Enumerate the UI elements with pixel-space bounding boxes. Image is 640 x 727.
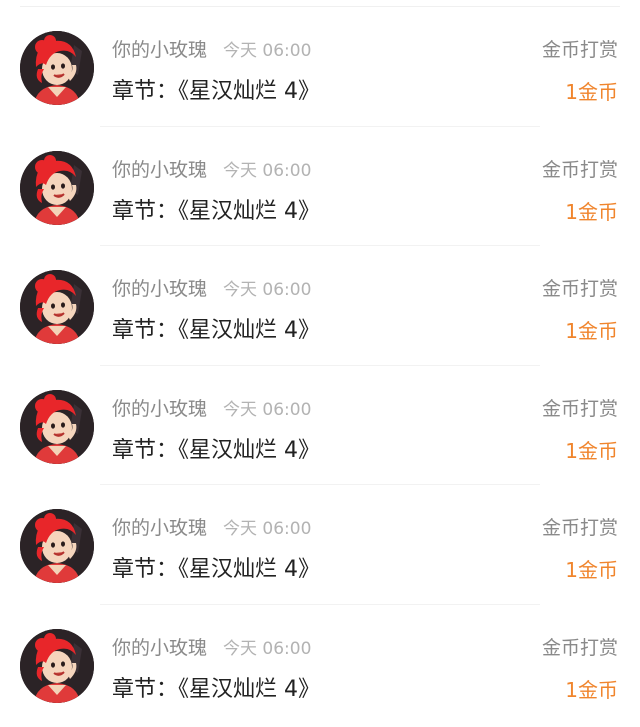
avatar[interactable] (20, 389, 94, 464)
avatar[interactable] (20, 628, 94, 703)
user-name[interactable]: 你的小玫瑰 (112, 637, 207, 659)
meta-line: 你的小玫瑰 今天 06:00 (112, 634, 311, 662)
reward-type-label: 金币打赏 (541, 158, 618, 181)
timestamp: 今天 06:00 (223, 160, 312, 181)
timestamp: 今天 06:00 (223, 519, 312, 539)
avatar[interactable] (20, 270, 94, 344)
cartoon-girl-avatar-icon (20, 509, 94, 583)
chapter-prefix: 章节： (112, 557, 179, 582)
chapter-line: 章节：《星汉灿烂 4》 (112, 670, 320, 710)
cartoon-girl-avatar-icon (20, 628, 94, 703)
avatar[interactable] (20, 150, 94, 225)
reward-type-label: 金币打赏 (541, 278, 618, 300)
reward-amount: 1金币 (565, 438, 618, 463)
chapter-title[interactable]: 《星汉灿烂 4》 (178, 318, 320, 343)
user-name[interactable]: 你的小玫瑰 (112, 398, 207, 420)
meta-line: 你的小玫瑰 今天 06:00 (112, 36, 311, 64)
reward-amount: 1金币 (565, 80, 618, 104)
meta-line: 你的小玫瑰 今天 06:00 (112, 156, 311, 184)
avatar[interactable] (20, 509, 94, 583)
reward-type-label: 金币打赏 (541, 397, 618, 420)
meta-line: 你的小玫瑰 今天 06:00 (112, 275, 311, 303)
chapter-prefix: 章节： (112, 318, 179, 343)
user-name[interactable]: 你的小玫瑰 (112, 278, 207, 300)
list-item[interactable]: 你的小玫瑰 今天 06:00 章节：《星汉灿烂 4》 金币打赏 1金币 (0, 246, 640, 366)
chapter-line: 章节：《星汉灿烂 4》 (112, 311, 320, 351)
meta-line: 你的小玫瑰 今天 06:00 (112, 514, 311, 542)
chapter-prefix: 章节： (112, 676, 179, 702)
chapter-line: 章节：《星汉灿烂 4》 (112, 431, 320, 471)
user-name[interactable]: 你的小玫瑰 (112, 159, 207, 181)
reward-amount: 1金币 (565, 677, 618, 702)
chapter-title[interactable]: 《星汉灿烂 4》 (178, 438, 320, 463)
reward-amount: 1金币 (565, 558, 618, 582)
timestamp: 今天 06:00 (223, 399, 312, 420)
list-item[interactable]: 你的小玫瑰 今天 06:00 章节：《星汉灿烂 4》 金币打赏 1金币 (0, 127, 640, 246)
reward-type-label: 金币打赏 (541, 636, 618, 659)
chapter-prefix: 章节： (112, 437, 179, 463)
chapter-line: 章节：《星汉灿烂 4》 (112, 192, 320, 232)
avatar[interactable] (20, 31, 94, 105)
reward-type-label: 金币打赏 (541, 517, 618, 539)
timestamp: 今天 06:00 (223, 41, 312, 61)
user-name[interactable]: 你的小玫瑰 (112, 39, 207, 61)
user-name[interactable]: 你的小玫瑰 (112, 517, 207, 539)
chapter-title[interactable]: 《星汉灿烂 4》 (178, 677, 320, 702)
reward-amount: 1金币 (565, 199, 618, 224)
chapter-prefix: 章节： (112, 198, 179, 224)
chapter-title[interactable]: 《星汉灿烂 4》 (178, 199, 320, 224)
cartoon-girl-avatar-icon (20, 270, 94, 344)
list-item[interactable]: 你的小玫瑰 今天 06:00 章节：《星汉灿烂 4》 金币打赏 1金币 (0, 7, 640, 127)
list-item[interactable]: 你的小玫瑰 今天 06:00 章节：《星汉灿烂 4》 金币打赏 1金币 (0, 485, 640, 605)
chapter-prefix: 章节： (112, 79, 179, 104)
reward-type-label: 金币打赏 (541, 39, 618, 61)
list-item[interactable]: 你的小玫瑰 今天 06:00 章节：《星汉灿烂 4》 金币打赏 1金币 (0, 366, 640, 485)
chapter-title[interactable]: 《星汉灿烂 4》 (178, 557, 320, 582)
cartoon-girl-avatar-icon (20, 150, 94, 225)
list-item[interactable]: 你的小玫瑰 今天 06:00 章节：《星汉灿烂 4》 金币打赏 1金币 (0, 605, 640, 725)
chapter-line: 章节：《星汉灿烂 4》 (112, 550, 320, 590)
cartoon-girl-avatar-icon (20, 31, 94, 105)
cartoon-girl-avatar-icon (20, 389, 94, 464)
chapter-title[interactable]: 《星汉灿烂 4》 (178, 79, 320, 104)
chapter-line: 章节：《星汉灿烂 4》 (112, 72, 320, 112)
timestamp: 今天 06:00 (223, 638, 312, 659)
meta-line: 你的小玫瑰 今天 06:00 (112, 395, 311, 423)
reward-amount: 1金币 (565, 319, 618, 343)
timestamp: 今天 06:00 (223, 280, 312, 300)
